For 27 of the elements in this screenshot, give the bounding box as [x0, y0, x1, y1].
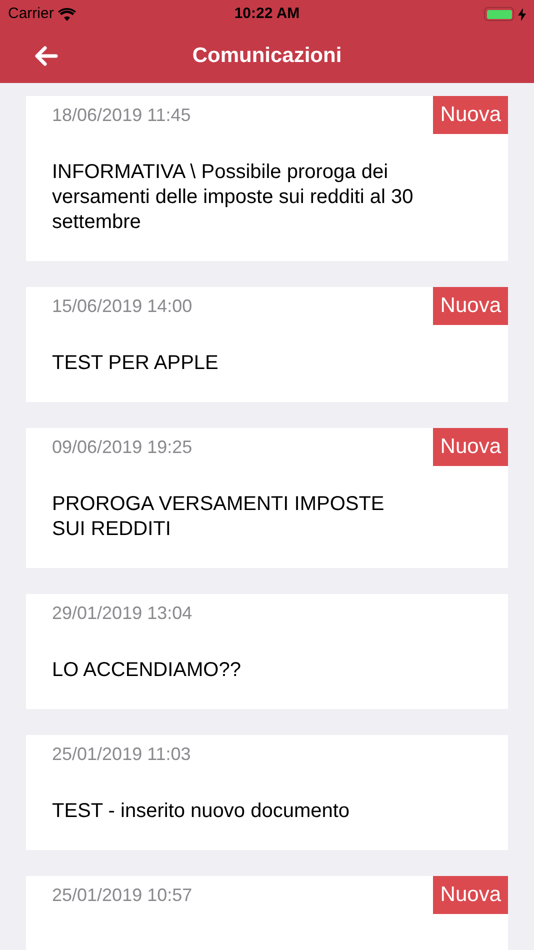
message-text: INFORMATIVA \ Possibile proroga dei versamenti delle imposte sui redditi al 30 settembre	[52, 160, 414, 235]
carrier-label: Carrier	[8, 4, 54, 24]
message-card[interactable]: 15/06/2019 14:00 Nuova TEST PER APPLE	[26, 287, 508, 402]
message-text: TEST - inserito nuovo documento	[52, 799, 351, 824]
message-date: 15/06/2019 14:00	[52, 295, 192, 318]
message-text: TEST PER APPLE	[52, 351, 220, 376]
message-date: 09/06/2019 19:25	[52, 436, 192, 459]
message-date: 25/01/2019 10:57	[52, 884, 192, 907]
back-arrow-icon	[34, 44, 58, 67]
new-badge: Nuova	[433, 428, 508, 466]
message-card[interactable]: 18/06/2019 11:45 Nuova INFORMATIVA \ Possibile proroga dei versamenti delle imposte sui redditi al 30 settembre	[26, 96, 508, 261]
wifi-icon	[58, 8, 76, 20]
message-card[interactable]: 09/06/2019 19:25 Nuova PROROGA VERSAMENTI IMPOSTE SUI REDDITI	[26, 428, 508, 568]
new-badge: Nuova	[433, 287, 508, 325]
battery-icon	[484, 7, 514, 21]
new-badge: Nuova	[433, 96, 508, 134]
message-card[interactable]: 25/01/2019 10:57 Nuova	[26, 876, 508, 950]
message-date: 29/01/2019 13:04	[52, 602, 192, 625]
message-date: 18/06/2019 11:45	[52, 104, 191, 127]
screen-title: Comunicazioni	[192, 42, 342, 69]
clock-time: 10:22 AM	[234, 4, 300, 24]
new-badge: Nuova	[433, 876, 508, 914]
message-date: 25/01/2019 11:03	[52, 743, 191, 766]
message-card[interactable]: 25/01/2019 11:03 TEST - inserito nuovo documento	[26, 735, 508, 850]
message-text: LO ACCENDIAMO??	[52, 658, 242, 683]
message-text: PROROGA VERSAMENTI IMPOSTE SUI REDDITI	[52, 492, 386, 542]
message-card[interactable]: 29/01/2019 13:04 LO ACCENDIAMO??	[26, 594, 508, 709]
